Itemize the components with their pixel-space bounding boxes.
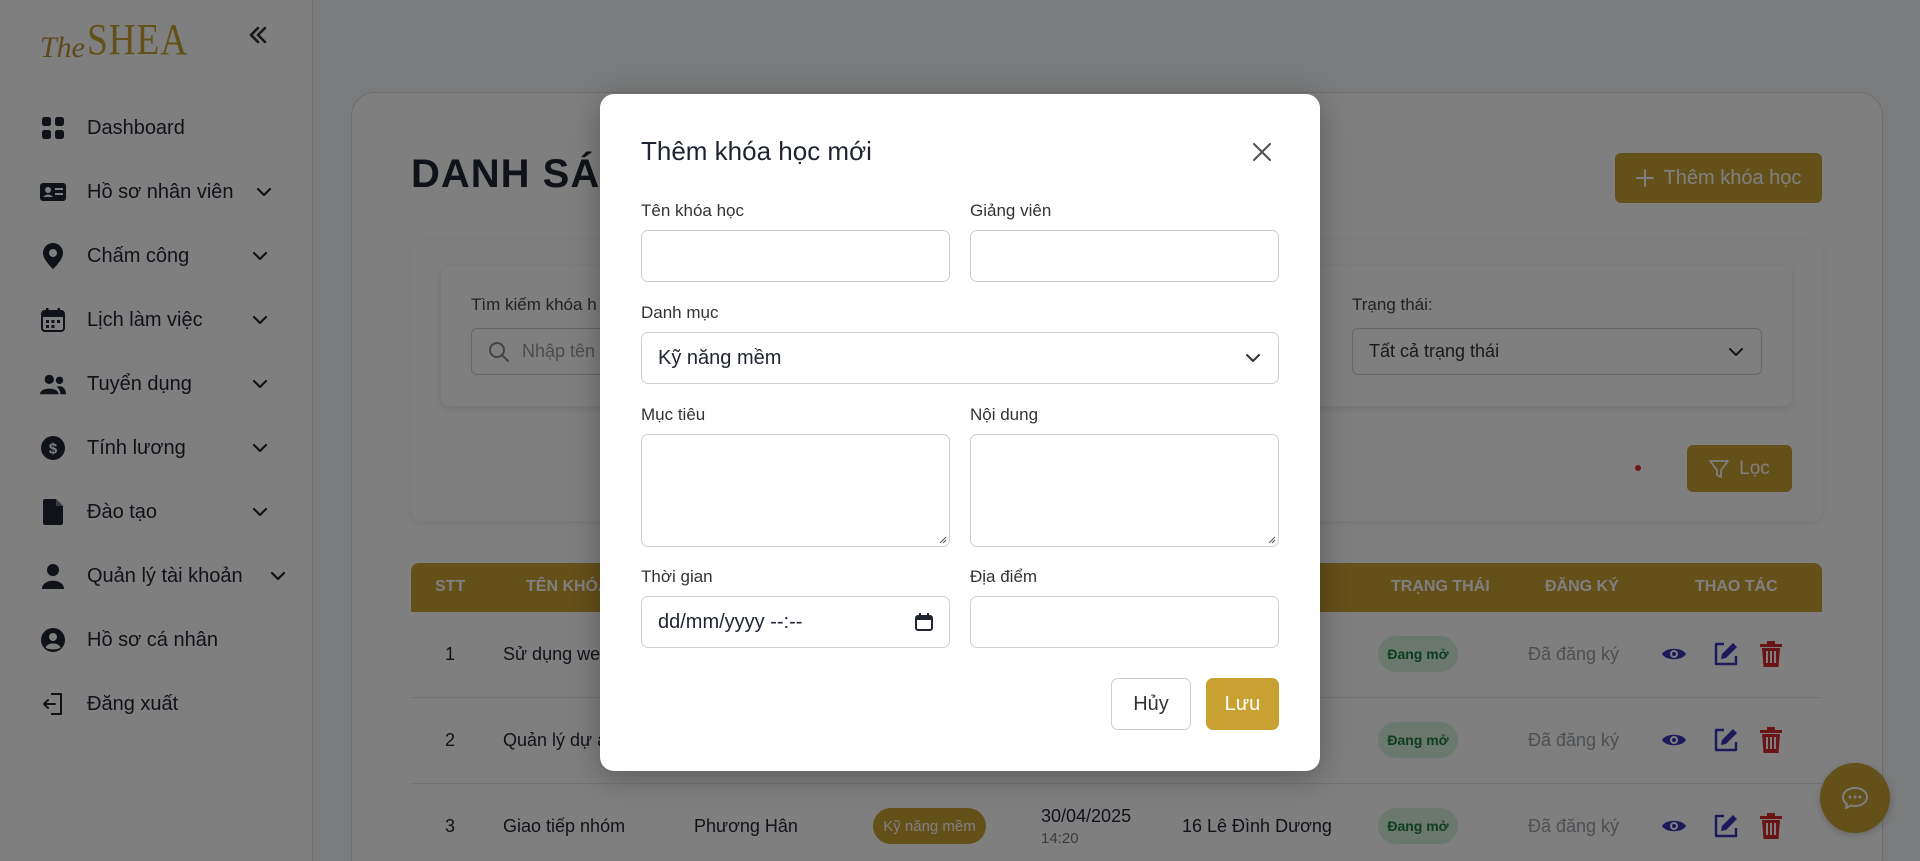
objective-label: Mục tiêu [641, 405, 706, 424]
content-label: Nội dung [970, 405, 1039, 424]
instructor-label: Giảng viên [970, 201, 1052, 220]
add-course-modal: Thêm khóa học mới Tên khóa học Giảng viê… [600, 94, 1320, 771]
resize-grip-icon[interactable] [1266, 534, 1276, 544]
time-label: Thời gian [641, 567, 713, 586]
objective-textarea[interactable] [641, 434, 950, 547]
course-name-label: Tên khóa học [641, 201, 745, 220]
save-button[interactable]: Lưu [1206, 678, 1279, 730]
location-label: Địa điểm [970, 567, 1038, 586]
location-field[interactable] [970, 596, 1279, 648]
datetime-field[interactable]: dd/mm/yyyy --:-- [641, 596, 950, 648]
resize-grip-icon[interactable] [937, 534, 947, 544]
calendar-picker-icon[interactable] [915, 613, 933, 637]
content-textarea[interactable] [970, 434, 1279, 547]
category-select-value: Kỹ năng mềm [658, 346, 782, 369]
close-icon[interactable] [1249, 139, 1275, 165]
modal-title: Thêm khóa học mới [641, 136, 872, 166]
cancel-button[interactable]: Hủy [1111, 678, 1191, 730]
chevron-down-icon [1244, 349, 1262, 373]
category-label: Danh mục [641, 303, 719, 322]
datetime-placeholder: dd/mm/yyyy --:-- [658, 610, 803, 633]
course-name-field[interactable] [641, 230, 950, 282]
category-select[interactable]: Kỹ năng mềm [641, 332, 1279, 384]
instructor-field[interactable] [970, 230, 1279, 282]
